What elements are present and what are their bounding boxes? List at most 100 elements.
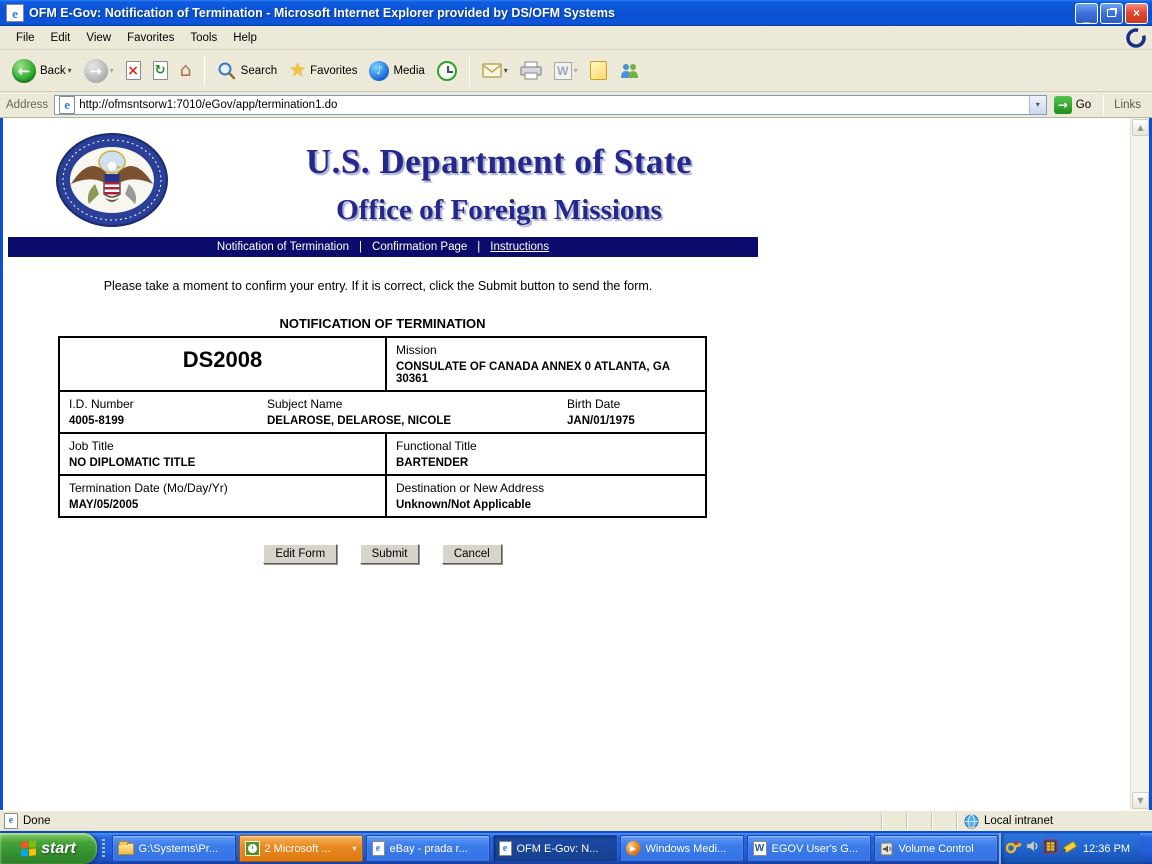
menu-edit[interactable]: Edit bbox=[43, 29, 79, 47]
taskbar-item-explorer[interactable]: G:\Systems\Pr... bbox=[111, 835, 236, 862]
mail-button[interactable]: ▾ bbox=[476, 59, 514, 82]
history-icon bbox=[436, 60, 457, 81]
back-button[interactable]: ← Back ▾ bbox=[6, 55, 78, 87]
key-security-icon[interactable]: × bbox=[1005, 838, 1023, 859]
forward-dropdown-icon: ▾ bbox=[109, 66, 114, 75]
smartcard-icon[interactable] bbox=[1043, 839, 1058, 859]
edit-with-word-button[interactable]: W ▾ bbox=[548, 58, 584, 84]
favorites-icon: ★ bbox=[289, 59, 307, 81]
vertical-scrollbar[interactable]: ▲ ▼ bbox=[1130, 118, 1149, 810]
security-zone-text: Local intranet bbox=[984, 815, 1054, 827]
address-dropdown-icon[interactable]: ▾ bbox=[1028, 95, 1046, 114]
address-input[interactable] bbox=[79, 96, 1029, 113]
termination-date-cell: Termination Date (Mo/Day/Yr) MAY/05/2005 bbox=[69, 481, 228, 511]
office-clock-icon bbox=[244, 841, 260, 856]
table-row: Termination Date (Mo/Day/Yr) MAY/05/2005… bbox=[60, 474, 705, 516]
go-button[interactable]: → Go bbox=[1051, 94, 1097, 116]
history-button[interactable] bbox=[431, 57, 463, 85]
taskbar-item-volume-control[interactable]: Volume Control bbox=[873, 835, 998, 862]
search-button[interactable]: Search bbox=[211, 57, 283, 85]
cancel-button[interactable]: Cancel bbox=[441, 544, 502, 564]
mission-label: Mission bbox=[396, 343, 437, 357]
back-icon: ← bbox=[12, 58, 36, 83]
page-favicon: e bbox=[59, 95, 76, 114]
job-title-cell: Job Title NO DIPLOMATIC TITLE bbox=[69, 439, 196, 469]
links-toolbar-label[interactable]: Links bbox=[1106, 99, 1149, 111]
window-title: OFM E-Gov: Notification of Termination -… bbox=[29, 6, 615, 20]
taskbar-item-ofm-egov[interactable]: e OFM E-Gov: N... bbox=[492, 835, 617, 862]
minimize-button[interactable]: _ bbox=[1075, 2, 1098, 24]
department-of-state-seal bbox=[56, 133, 168, 227]
taskbar: start G:\Systems\Pr... 2 Microsoft ... ▾… bbox=[0, 833, 1152, 864]
ie-brand-logo bbox=[1124, 27, 1148, 48]
scroll-up-button[interactable]: ▲ bbox=[1132, 119, 1149, 136]
taskbar-item-windows-media[interactable]: ▶ Windows Medi... bbox=[619, 835, 744, 862]
media-button[interactable]: ♪ Media bbox=[363, 57, 430, 85]
note-icon bbox=[589, 61, 607, 80]
group-dropdown-icon[interactable]: ▾ bbox=[352, 844, 356, 853]
word-document-icon: W bbox=[752, 841, 767, 856]
intranet-zone-icon bbox=[964, 814, 979, 829]
menu-tools[interactable]: Tools bbox=[182, 29, 225, 47]
taskbar-item-egov-users-guide[interactable]: W EGOV User's G... bbox=[746, 835, 871, 862]
messenger-button[interactable] bbox=[613, 58, 645, 84]
print-button[interactable] bbox=[514, 57, 548, 84]
system-tray: × 12:36 PM bbox=[999, 833, 1140, 864]
table-row: DS2008 Mission CONSULATE OF CANADA ANNEX… bbox=[60, 338, 705, 390]
agency-title: U.S. Department of State bbox=[305, 142, 693, 181]
pen-tablet-icon[interactable] bbox=[1061, 839, 1077, 859]
standard-buttons-toolbar: ← Back ▾ → ▾ × ↻ ⌂ Search ★ Favorites ♪ … bbox=[0, 50, 1152, 92]
menu-file[interactable]: File bbox=[8, 29, 43, 47]
discuss-button[interactable] bbox=[584, 57, 613, 84]
menu-view[interactable]: View bbox=[78, 29, 119, 47]
destination-cell: Destination or New Address Unknown/Not A… bbox=[385, 476, 705, 516]
page-header: U.S. Department of State Office of Forei… bbox=[3, 118, 1130, 228]
status-pane bbox=[907, 812, 932, 830]
stop-button[interactable]: × bbox=[120, 57, 147, 84]
nav-instructions-link[interactable]: Instructions bbox=[490, 241, 549, 253]
submit-button[interactable]: Submit bbox=[359, 544, 420, 564]
media-icon: ♪ bbox=[369, 60, 390, 81]
ie-page-icon: e bbox=[6, 4, 24, 22]
tray-volume-icon[interactable] bbox=[1026, 839, 1040, 858]
volume-icon bbox=[880, 842, 892, 855]
status-bar: e Done Local intranet bbox=[0, 810, 1152, 831]
quick-launch-handle[interactable] bbox=[97, 833, 110, 864]
menu-favorites[interactable]: Favorites bbox=[119, 29, 182, 47]
print-icon bbox=[520, 61, 542, 80]
svg-text:×: × bbox=[1014, 839, 1019, 848]
clock[interactable]: 12:36 PM bbox=[1083, 843, 1130, 855]
folder-icon bbox=[117, 840, 134, 855]
home-button[interactable]: ⌂ bbox=[174, 57, 198, 84]
nav-notification-of-termination[interactable]: Notification of Termination bbox=[217, 241, 349, 253]
refresh-button[interactable]: ↻ bbox=[147, 57, 174, 84]
go-arrow-icon: → bbox=[1053, 95, 1072, 114]
browser-viewport: U.S. Department of State Office of Forei… bbox=[0, 118, 1152, 810]
table-row: Job Title NO DIPLOMATIC TITLE Functional… bbox=[60, 432, 705, 474]
menu-bar: File Edit View Favorites Tools Help bbox=[0, 26, 1152, 50]
word-icon: W bbox=[553, 61, 572, 80]
forward-button[interactable]: → ▾ bbox=[78, 55, 120, 87]
windows-flag-icon bbox=[21, 840, 37, 857]
internet-explorer-icon: e bbox=[498, 841, 512, 856]
nav-confirmation-page[interactable]: Confirmation Page bbox=[372, 241, 467, 253]
mail-dropdown-icon[interactable]: ▾ bbox=[504, 66, 508, 75]
form-number: DS2008 bbox=[182, 347, 263, 372]
start-button[interactable]: start bbox=[0, 833, 97, 864]
menu-help[interactable]: Help bbox=[225, 29, 265, 47]
status-pane bbox=[882, 812, 907, 830]
scroll-down-button[interactable]: ▼ bbox=[1132, 792, 1149, 809]
taskbar-item-microsoft-group[interactable]: 2 Microsoft ... ▾ bbox=[238, 835, 363, 862]
favorites-button[interactable]: ★ Favorites bbox=[283, 57, 363, 84]
taskbar-item-ebay[interactable]: e eBay - prada r... bbox=[365, 835, 490, 862]
termination-form-table: DS2008 Mission CONSULATE OF CANADA ANNEX… bbox=[58, 336, 707, 518]
restore-button[interactable] bbox=[1100, 2, 1123, 24]
back-dropdown-icon[interactable]: ▾ bbox=[68, 66, 72, 75]
address-bar: Address e ▾ → Go Links bbox=[0, 92, 1152, 118]
close-button[interactable]: × bbox=[1125, 2, 1148, 24]
mission-cell: Mission CONSULATE OF CANADA ANNEX 0 ATLA… bbox=[385, 338, 705, 390]
address-field: e ▾ bbox=[54, 94, 1047, 115]
windows-media-player-icon: ▶ bbox=[625, 841, 641, 856]
id-number-cell: I.D. Number 4005-8199 bbox=[69, 397, 134, 427]
edit-form-button[interactable]: Edit Form bbox=[263, 544, 338, 564]
